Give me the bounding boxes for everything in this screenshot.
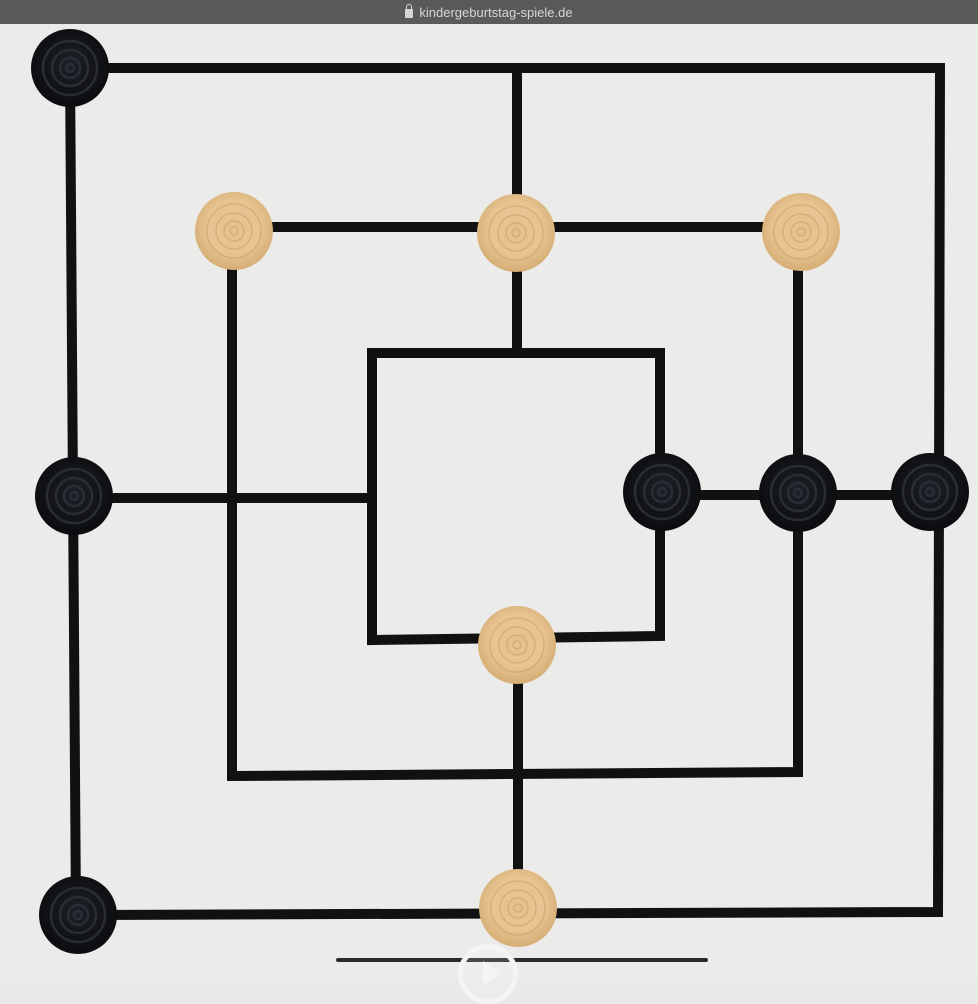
- black-piece-inner-middle-right[interactable]: [623, 453, 701, 531]
- play-icon[interactable]: [458, 944, 518, 1004]
- light-piece-middle-top-center[interactable]: [477, 194, 555, 272]
- light-piece-middle-top-left[interactable]: [195, 192, 273, 270]
- black-piece-outer-middle-right[interactable]: [891, 453, 969, 531]
- light-piece-outer-bottom-center[interactable]: [479, 869, 557, 947]
- inner-square: [367, 348, 665, 646]
- light-piece-middle-top-right[interactable]: [762, 193, 840, 271]
- home-indicator: [336, 958, 708, 962]
- light-piece-inner-bottom-center[interactable]: [478, 606, 556, 684]
- black-piece-outer-middle-left[interactable]: [35, 457, 113, 535]
- black-piece-outer-top-left[interactable]: [31, 29, 109, 107]
- black-piece-middle-middle-right[interactable]: [759, 454, 837, 532]
- morris-board: [31, 29, 969, 954]
- black-piece-outer-bottom-left[interactable]: [39, 876, 117, 954]
